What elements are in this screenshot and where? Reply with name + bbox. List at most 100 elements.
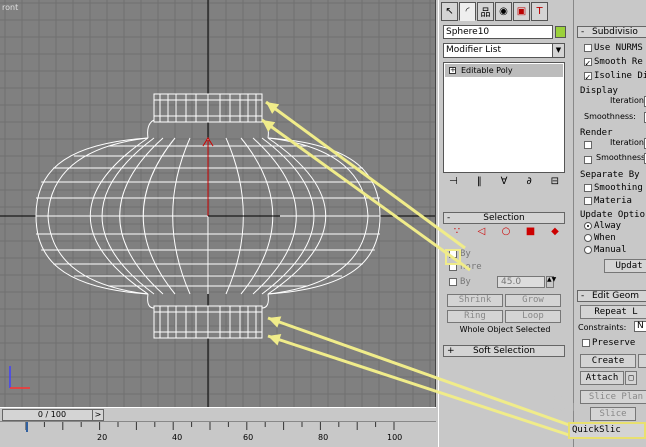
use-nurms-checkbox[interactable]: Use NURMS: [584, 43, 643, 53]
ruler-tick-label: 40: [172, 433, 183, 442]
next-frame-button[interactable]: >: [92, 409, 104, 421]
subdivision-surface-rollout-header[interactable]: - Subdivisio: [577, 26, 646, 38]
separate-by-group-label: Separate By: [580, 170, 640, 180]
time-slider[interactable]: 0 / 100: [2, 409, 102, 421]
ruler-tick-label: 60: [243, 433, 254, 442]
angle-spinner[interactable]: ▲▼: [546, 276, 556, 288]
modifier-stack[interactable]: + Editable Poly: [443, 62, 565, 173]
track-bar-ticks: [25, 422, 395, 432]
front-viewport[interactable]: ront: [0, 0, 436, 407]
vertex-icon[interactable]: ∵: [451, 226, 463, 238]
display-tab[interactable]: ▣: [513, 2, 530, 21]
attach-settings-button[interactable]: □: [625, 371, 637, 385]
update-options-group-label: Update Optio: [580, 210, 646, 220]
display-icon: ▣: [516, 6, 527, 17]
grow-button[interactable]: Grow: [505, 294, 561, 307]
show-end-result-icon[interactable]: ‖: [477, 176, 482, 192]
repeat-last-button[interactable]: Repeat L: [580, 305, 646, 319]
smoothing-groups-checkbox[interactable]: Smoothing: [584, 183, 643, 193]
configure-sets-icon[interactable]: ⊟: [551, 176, 559, 192]
watermark-logo: CG: [540, 393, 577, 418]
chevron-down-icon: ▼: [552, 44, 564, 57]
subobject-level-buttons: ∵ ◁ ○ ■ ◆: [451, 226, 561, 240]
render-iterations-checkbox[interactable]: [584, 140, 594, 150]
ruler-tick-label: 80: [318, 433, 329, 442]
object-name-field[interactable]: Sphere10: [443, 25, 553, 39]
update-always-radio[interactable]: Alway: [584, 221, 621, 231]
stack-item-editable-poly[interactable]: + Editable Poly: [445, 64, 563, 77]
update-manually-radio[interactable]: Manual: [584, 245, 627, 255]
ruler-tick-label: 100: [387, 433, 403, 442]
command-panel: ↖ ◜ 品 ◉ ▣ T Sphere10 Modifier List ▼ + E…: [438, 0, 572, 447]
motion-icon: ◉: [499, 6, 508, 17]
by-vertex-checkbox[interactable]: By: [449, 249, 471, 259]
time-cursor: [26, 422, 28, 432]
selection-status: Whole Object Selected: [459, 325, 551, 334]
render-smoothness-checkbox[interactable]: [584, 155, 594, 165]
make-unique-icon[interactable]: ∀: [501, 176, 508, 192]
command-panel-column-2: - Subdivisio Use NURMS ✓ Smooth Re ✓ Isoli…: [573, 0, 646, 447]
viewport-canvas: [0, 0, 435, 407]
object-color-swatch[interactable]: [555, 26, 566, 38]
viewport-background: [0, 0, 435, 407]
constraints-label: Constraints:: [578, 323, 627, 332]
collapse-button[interactable]: [638, 354, 646, 368]
edge-icon[interactable]: ◁: [476, 226, 488, 238]
border-icon[interactable]: ○: [500, 226, 512, 238]
shrink-button[interactable]: Shrink: [447, 294, 503, 307]
create-button[interactable]: Create: [580, 354, 636, 368]
remove-modifier-icon[interactable]: ∂: [526, 176, 531, 192]
ignore-backfacing-checkbox[interactable]: nore: [449, 262, 482, 272]
element-icon[interactable]: ◆: [549, 226, 561, 238]
motion-tab[interactable]: ◉: [495, 2, 512, 21]
angle-threshold-input[interactable]: 45.0: [497, 276, 545, 288]
slice-plane-button[interactable]: Slice Plan: [580, 390, 646, 404]
utilities-icon: T: [536, 6, 543, 17]
modify-tab[interactable]: ◜: [459, 2, 476, 21]
expand-icon[interactable]: +: [449, 67, 456, 74]
smooth-result-checkbox[interactable]: ✓ Smooth Re: [584, 57, 643, 69]
attach-button[interactable]: Attach: [580, 371, 624, 385]
polygon-icon[interactable]: ■: [525, 226, 537, 238]
materials-checkbox[interactable]: Materia: [584, 196, 632, 206]
modifier-list-label: Modifier List: [446, 45, 501, 55]
constraints-dropdown[interactable]: N: [634, 321, 646, 332]
modifier-list-dropdown[interactable]: Modifier List ▼: [443, 43, 565, 58]
isoline-display-checkbox[interactable]: ✓ Isoline Di: [584, 71, 646, 83]
track-bar[interactable]: 20 40 60 80 100: [0, 421, 436, 447]
update-when-rendering-radio[interactable]: When: [584, 233, 616, 243]
preserve-uvs-checkbox[interactable]: Preserve: [582, 338, 635, 348]
display-group-label: Display: [580, 86, 618, 96]
update-button[interactable]: Updat: [604, 259, 646, 273]
modify-icon: ◜: [465, 6, 470, 17]
create-tab[interactable]: ↖: [441, 2, 458, 21]
render-iterations-label: Iterations:: [610, 138, 646, 147]
display-smoothness-label: Smoothness:: [584, 112, 636, 121]
selection-rollout-header[interactable]: - Selection: [443, 212, 565, 224]
stack-toolbar: ⊣ ‖ ∀ ∂ ⊟: [443, 176, 565, 192]
stack-item-label: Editable Poly: [461, 66, 513, 75]
time-slider-bar: 0 / 100 >: [0, 407, 436, 421]
expand-icon: +: [447, 346, 455, 356]
ring-button[interactable]: Ring: [447, 310, 503, 323]
selection-rollout-title: Selection: [483, 213, 525, 223]
hierarchy-icon: 品: [480, 8, 491, 19]
ruler-tick-label: 20: [97, 433, 108, 442]
collapse-icon: -: [581, 291, 585, 301]
loop-button[interactable]: Loop: [505, 310, 561, 323]
edit-geometry-rollout-header[interactable]: - Edit Geom: [577, 290, 646, 302]
pin-stack-icon[interactable]: ⊣: [449, 176, 458, 192]
collapse-icon: -: [581, 27, 585, 37]
viewport-label[interactable]: ront: [2, 3, 18, 12]
command-panel-tabs: ↖ ◜ 品 ◉ ▣ T: [441, 2, 549, 22]
soft-selection-title: Soft Selection: [472, 346, 536, 356]
viewport-grid: [0, 0, 435, 407]
quickslice-button[interactable]: QuickSlic: [568, 422, 646, 439]
by-angle-checkbox[interactable]: By: [449, 277, 471, 287]
hierarchy-tab[interactable]: 品: [477, 2, 494, 21]
render-smoothness-label: Smoothness:: [596, 153, 646, 162]
display-iterations-label: Iterations:: [610, 96, 646, 105]
utilities-tab[interactable]: T: [531, 2, 548, 21]
soft-selection-rollout-header[interactable]: + Soft Selection: [443, 345, 565, 357]
slice-button[interactable]: Slice: [590, 407, 636, 421]
